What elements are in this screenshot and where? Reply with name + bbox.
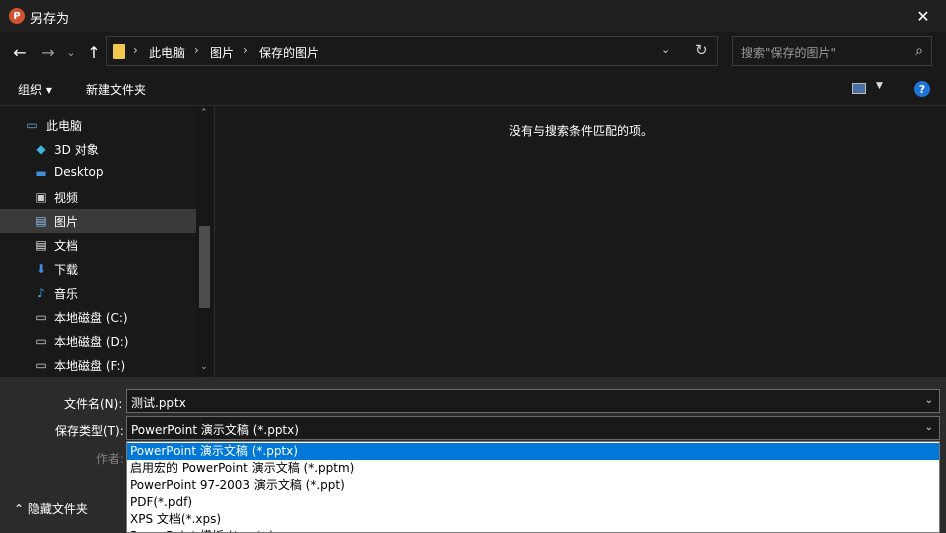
breadcrumb-separator: ›: [133, 43, 138, 57]
filetype-dropdown-list[interactable]: PowerPoint 演示文稿 (*.pptx) 启用宏的 PowerPoint …: [126, 441, 940, 533]
new-folder-button[interactable]: 新建文件夹: [86, 81, 146, 98]
sidebar-item-label: 本地磁盘 (C:): [54, 311, 128, 325]
breadcrumb-separator: ›: [243, 43, 248, 57]
downloads-icon: ⬇: [35, 262, 47, 276]
chevron-down-icon[interactable]: ⌄: [925, 422, 933, 433]
sidebar-item[interactable]: ▭ 本地磁盘 (C:): [0, 305, 196, 329]
sidebar-item[interactable]: ▭ 本地磁盘 (F:): [0, 353, 196, 377]
filename-field[interactable]: 测试.pptx ⌄: [126, 389, 940, 413]
sidebar-item[interactable]: ▣ 视频: [0, 185, 196, 209]
sidebar-item-label: Desktop: [54, 165, 104, 179]
breadcrumb-this-pc[interactable]: 此电脑: [149, 44, 185, 61]
sidebar-item[interactable]: ♪ 音乐: [0, 281, 196, 305]
title-bar: P 另存为 ✕: [0, 0, 946, 32]
empty-results-message: 没有与搜索条件匹配的项。: [509, 124, 654, 138]
sidebar-item[interactable]: ▤ 图片: [0, 209, 196, 233]
filetype-option[interactable]: 启用宏的 PowerPoint 演示文稿 (*.pptm): [127, 460, 939, 477]
filetype-option[interactable]: PowerPoint 97-2003 演示文稿 (*.ppt): [127, 477, 939, 494]
sidebar-item-label: 图片: [54, 215, 79, 229]
search-icon[interactable]: ⌕: [915, 43, 923, 59]
view-options-icon[interactable]: [852, 83, 866, 94]
sidebar-item-label: 音乐: [54, 287, 79, 301]
sidebar-item[interactable]: ▬ Desktop: [0, 161, 196, 185]
breadcrumb-separator: ›: [194, 43, 199, 57]
documents-icon: ▤: [35, 238, 47, 252]
music-icon: ♪: [37, 286, 45, 300]
back-button[interactable]: ←: [10, 40, 30, 64]
sidebar-item-label: 本地磁盘 (D:): [54, 335, 129, 349]
drive-icon: ▭: [35, 334, 47, 348]
navigation-bar: ← → ⌄ ↑ › 此电脑 › 图片 › 保存的图片 ⌄ ↻ 搜索"保存的图片"…: [0, 32, 946, 72]
refresh-icon[interactable]: ↻: [695, 41, 708, 59]
sidebar-item[interactable]: ▭ 本地磁盘 (D:): [0, 329, 196, 353]
powerpoint-app-icon: P: [9, 8, 25, 24]
navigation-pane: ▭ 此电脑 ◆ 3D 对象 ▬ Desktop ▣ 视频 ▤ 图片 ▤ 文档 ⬇ 下载 ♪ 音乐 ▭ 本地磁盘 (…: [0, 106, 213, 377]
sidebar-item-label: 3D 对象: [54, 143, 99, 157]
filetype-select[interactable]: PowerPoint 演示文稿 (*.pptx) ⌄: [126, 416, 940, 440]
sidebar-item-label: 文档: [54, 239, 79, 253]
filetype-option[interactable]: XPS 文档(*.xps): [127, 511, 939, 528]
help-icon[interactable]: ?: [914, 81, 930, 97]
sidebar-item[interactable]: ⬇ 下载: [0, 257, 196, 281]
organize-button[interactable]: 组织 ▾: [18, 81, 52, 98]
command-toolbar: 组织 ▾ 新建文件夹 ▼ ?: [0, 72, 946, 106]
pictures-icon: ▤: [35, 214, 47, 228]
drive-windows-icon: ▭: [35, 310, 47, 324]
sidebar-item[interactable]: ◆ 3D 对象: [0, 137, 196, 161]
sidebar-item-label: 下载: [54, 263, 79, 277]
sidebar-item[interactable]: ▤ 文档: [0, 233, 196, 257]
sidebar-item-label: 此电脑: [46, 119, 83, 133]
sidebar-item[interactable]: ▭ 此电脑: [0, 113, 196, 137]
scroll-up-icon[interactable]: ⌃: [200, 108, 208, 118]
view-options-caret-icon[interactable]: ▼: [876, 81, 883, 91]
forward-button[interactable]: →: [38, 40, 58, 64]
breadcrumb-saved-pictures[interactable]: 保存的图片: [259, 44, 319, 61]
search-placeholder: 搜索"保存的图片": [741, 46, 837, 60]
filename-label: 文件名(N):: [64, 397, 123, 411]
computer-icon: ▭: [26, 118, 38, 132]
chevron-down-icon[interactable]: ⌄: [925, 395, 933, 406]
filetype-option[interactable]: PDF(*.pdf): [127, 494, 939, 511]
sidebar-item-label: 本地磁盘 (F:): [54, 359, 126, 373]
author-label: 作者:: [96, 452, 125, 466]
scrollbar-thumb[interactable]: [199, 226, 210, 308]
folder-icon: [113, 44, 125, 59]
up-button[interactable]: ↑: [84, 40, 104, 64]
search-input[interactable]: 搜索"保存的图片" ⌕: [732, 36, 932, 66]
breadcrumb-pictures[interactable]: 图片: [210, 44, 234, 61]
sidebar-item-label: 视频: [54, 191, 79, 205]
address-dropdown-icon[interactable]: ⌄: [661, 43, 670, 56]
filetype-value: PowerPoint 演示文稿 (*.pptx): [131, 423, 299, 437]
filetype-option[interactable]: PowerPoint 模板 (*.potx): [127, 528, 939, 532]
filetype-label: 保存类型(T):: [55, 424, 124, 438]
recent-locations-button[interactable]: ⌄: [64, 40, 78, 64]
close-button[interactable]: ✕: [900, 0, 946, 32]
drive-icon: ▭: [35, 358, 47, 372]
cube-3d-icon: ◆: [36, 142, 46, 156]
hide-folders-button[interactable]: ⌃ 隐藏文件夹: [14, 500, 88, 517]
sidebar-scrollbar[interactable]: ⌃ ⌄: [196, 106, 213, 377]
scroll-down-icon[interactable]: ⌄: [200, 362, 208, 372]
window-title: 另存为: [30, 12, 70, 27]
video-icon: ▣: [35, 190, 47, 204]
desktop-icon: ▬: [35, 166, 47, 180]
address-bar[interactable]: › 此电脑 › 图片 › 保存的图片 ⌄ ↻: [106, 36, 718, 66]
filename-value: 测试.pptx: [131, 396, 186, 410]
file-list-pane[interactable]: 没有与搜索条件匹配的项。: [214, 106, 946, 377]
filetype-option[interactable]: PowerPoint 演示文稿 (*.pptx): [127, 443, 939, 460]
